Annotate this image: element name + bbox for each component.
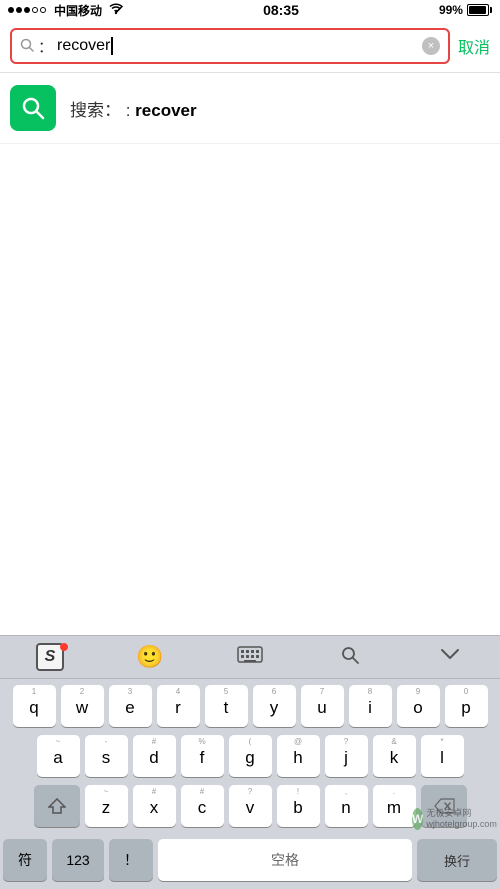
key-s[interactable]: -s [85,735,128,777]
shift-key[interactable] [34,785,80,827]
search-icon-small [20,38,34,55]
search-suggestion[interactable]: 搜索： : recover [0,73,500,144]
search-area: ： recover × 取消 [0,20,500,73]
key-n[interactable]: ,n [325,785,368,827]
key-v[interactable]: ?v [229,785,272,827]
key-row-2: ~a -s #d %f (g @h ?j &k *l [3,735,497,777]
key-d[interactable]: #d [133,735,176,777]
search-toolbar-icon [340,645,360,670]
key-g[interactable]: (g [229,735,272,777]
key-e[interactable]: 3e [109,685,152,727]
main-content [0,144,500,464]
return-key[interactable]: 换行 [417,839,497,881]
search-icon-green [10,85,56,131]
number-toggle-key[interactable]: 123 [52,839,104,881]
space-key[interactable]: 空格 [158,839,412,881]
key-i[interactable]: 8i [349,685,392,727]
key-p[interactable]: 0p [445,685,488,727]
key-z[interactable]: ~z [85,785,128,827]
key-m[interactable]: .m [373,785,416,827]
status-left: 中国移动 [8,2,123,19]
carrier-label: 中国移动 [54,2,102,19]
key-w[interactable]: 2w [61,685,104,727]
keyboard-area: S 🙂 [0,635,500,889]
emoji-icon: 🙂 [136,644,163,670]
search-colon: ： [38,36,53,57]
key-u[interactable]: 7u [301,685,344,727]
clear-button[interactable]: × [422,37,440,55]
search-box[interactable]: ： recover × [10,28,450,64]
sogou-button[interactable]: S [28,639,72,675]
battery-percentage: 99% [439,3,463,17]
search-input-value[interactable]: recover [57,37,418,55]
key-c[interactable]: #c [181,785,224,827]
hide-keyboard-icon [439,646,461,669]
key-o[interactable]: 9o [397,685,440,727]
key-h[interactable]: @h [277,735,320,777]
bottom-row: 符 123 ！ 空格 换行 [0,839,500,889]
status-bar: 中国移动 08:35 99% [0,0,500,20]
keyboard-switch-button[interactable] [228,639,272,675]
key-y[interactable]: 6y [253,685,296,727]
status-time: 08:35 [263,2,299,18]
keyboard-icon [237,646,263,669]
punct-key[interactable]: ！ [109,839,153,881]
key-row-1: 1q 2w 3e 4r 5t 6y 7u 8i 9o 0p [3,685,497,727]
key-j[interactable]: ?j [325,735,368,777]
battery-icon [467,4,492,16]
key-x[interactable]: #x [133,785,176,827]
key-r[interactable]: 4r [157,685,200,727]
cancel-button[interactable]: 取消 [458,34,490,58]
key-l[interactable]: *l [421,735,464,777]
key-t[interactable]: 5t [205,685,248,727]
notification-dot [60,643,68,651]
search-toolbar-button[interactable] [328,639,372,675]
emoji-button[interactable]: 🙂 [128,639,172,675]
space-label: 空格 [271,850,299,870]
hide-keyboard-button[interactable] [428,639,472,675]
watermark: W 无极安卓网wjhotelgroup.com [412,805,492,833]
key-f[interactable]: %f [181,735,224,777]
key-k[interactable]: &k [373,735,416,777]
status-right: 99% [439,3,492,17]
key-a[interactable]: ~a [37,735,80,777]
key-b[interactable]: !b [277,785,320,827]
keyboard-toolbar: S 🙂 [0,635,500,679]
suggestion-text: 搜索： : recover [70,96,197,121]
symbol-key[interactable]: 符 [3,839,47,881]
key-q[interactable]: 1q [13,685,56,727]
wifi-icon [109,3,123,18]
